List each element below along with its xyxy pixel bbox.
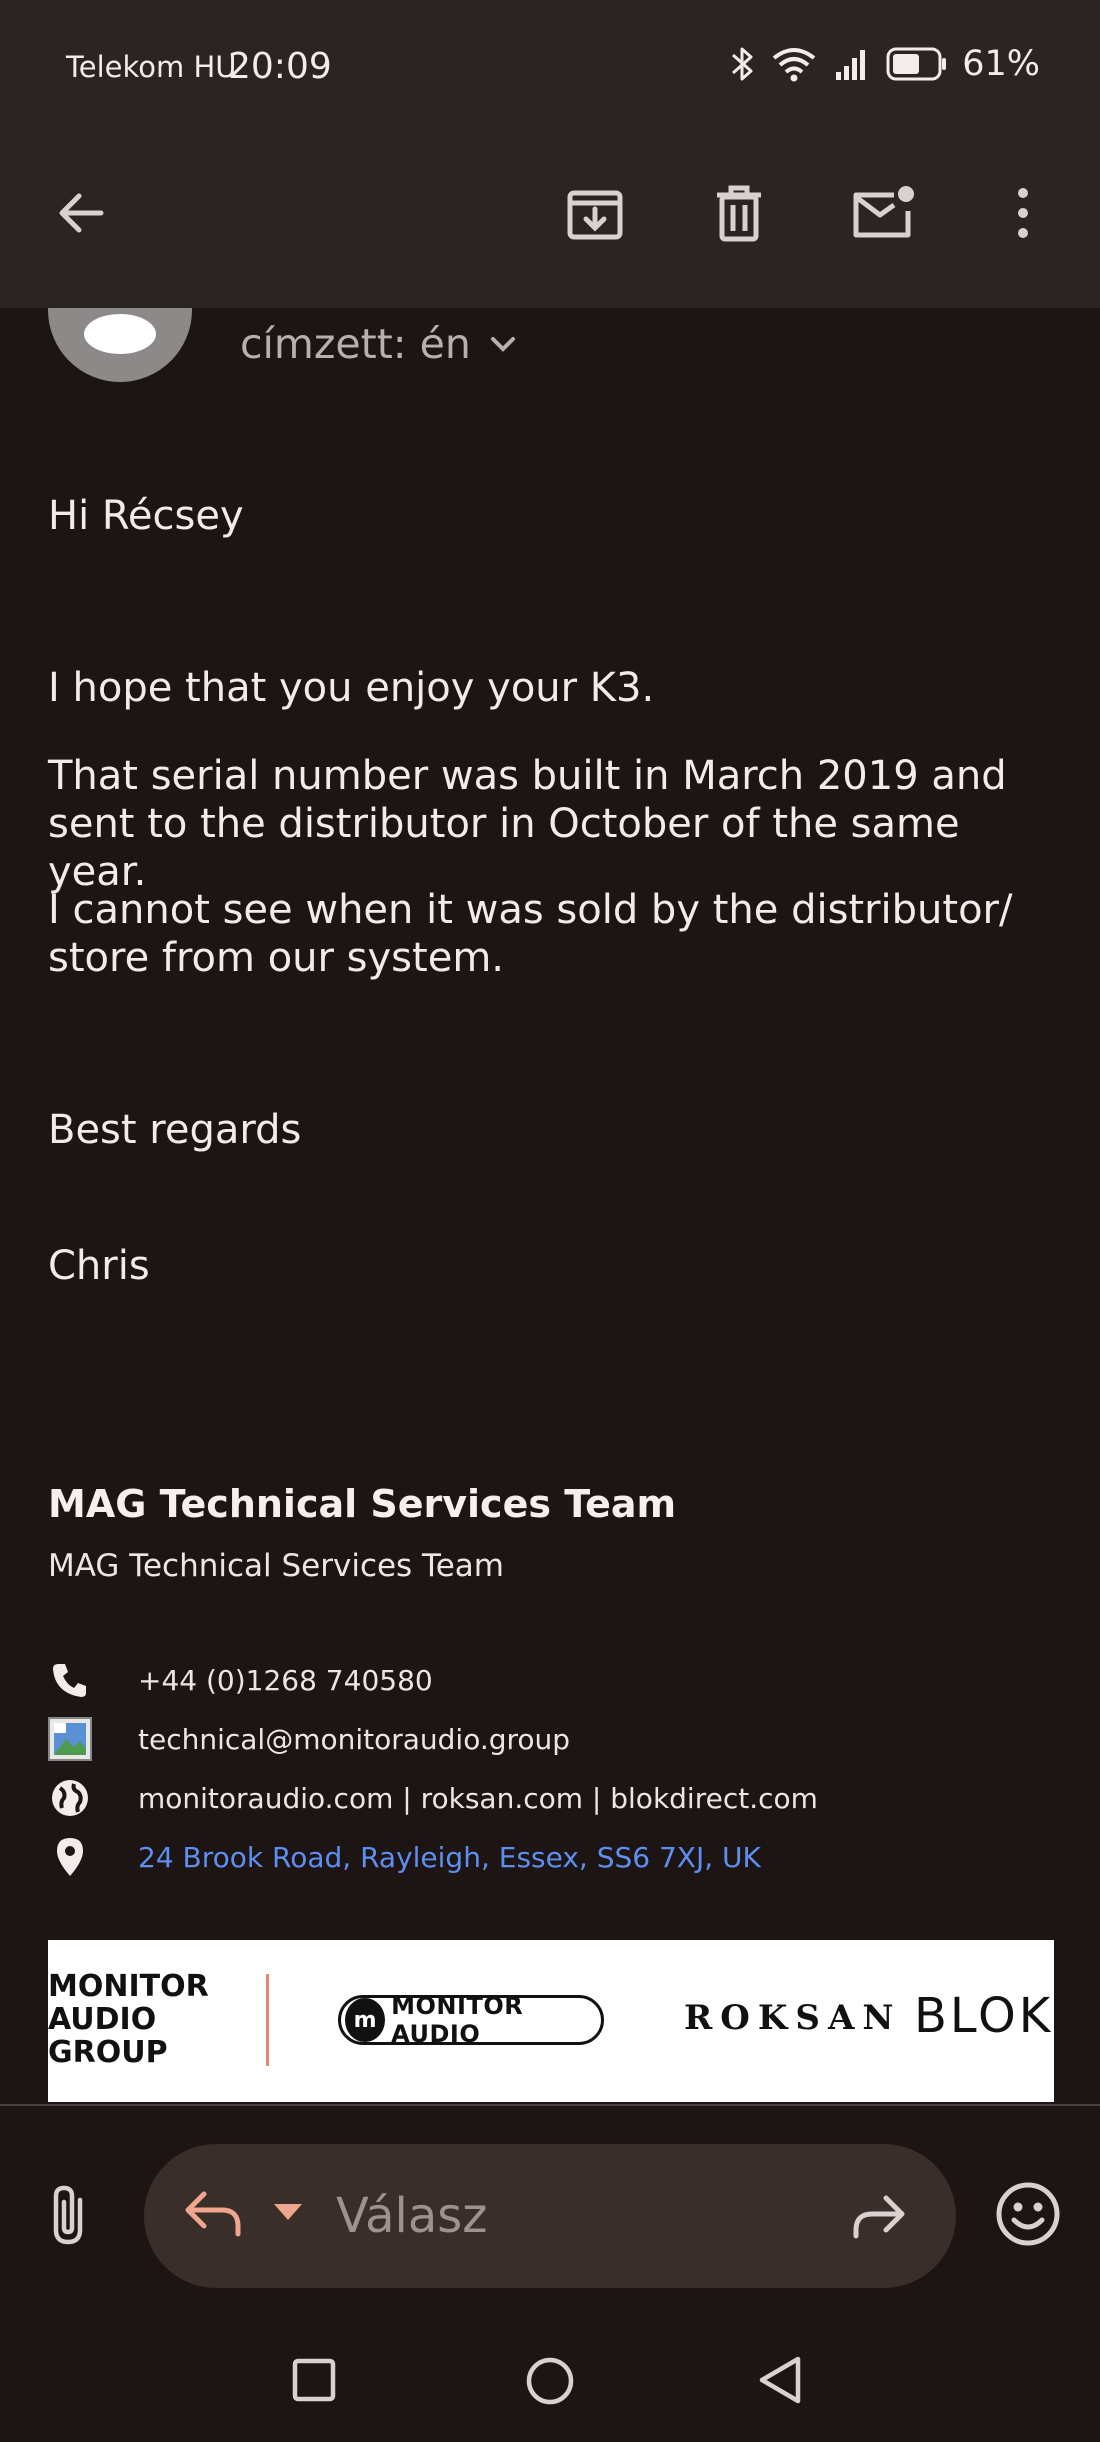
recipient-toggle[interactable]: címzett: én	[240, 320, 517, 368]
contact-websites[interactable]: monitoraudio.com | roksan.com | blokdire…	[138, 1782, 818, 1815]
reply-input[interactable]	[144, 2144, 956, 2288]
reply-button[interactable]	[182, 2186, 246, 2246]
caret-down-icon	[274, 2204, 302, 2220]
globe-icon	[48, 1776, 92, 1820]
reply-placeholder[interactable]: Válasz	[336, 2188, 487, 2244]
battery-icon	[886, 47, 947, 81]
archive-button[interactable]	[562, 180, 628, 246]
reply-icon	[185, 2191, 241, 2237]
triangle-back-icon	[759, 2356, 801, 2404]
circle-icon	[526, 2357, 574, 2405]
contact-email[interactable]: technical@monitoraudio.group	[138, 1723, 570, 1756]
phone-icon	[48, 1658, 92, 1702]
more-vert-icon	[1018, 188, 1028, 238]
emoji-button[interactable]	[994, 2180, 1062, 2252]
reply-options-button[interactable]	[270, 2200, 306, 2228]
broken-image-icon	[48, 1717, 92, 1761]
monitor-audio-group-logo: MONITOR AUDIO GROUP	[48, 1970, 209, 2069]
nav-back-button[interactable]	[756, 2354, 806, 2410]
paperclip-icon	[53, 2185, 83, 2245]
archive-icon	[567, 190, 623, 240]
recipient-label: címzett: én	[240, 320, 471, 368]
forward-icon	[853, 2195, 905, 2239]
message-signoff-name: Chris	[48, 1243, 150, 1289]
back-button[interactable]	[48, 180, 114, 246]
status-time: 20:09	[228, 46, 332, 87]
wifi-icon	[772, 48, 816, 82]
logo-line: MONITOR	[48, 1969, 209, 2004]
delete-button[interactable]	[706, 180, 772, 246]
message-paragraph: I hope that you enjoy your K3.	[48, 665, 655, 711]
message-greeting: Hi Récsey	[48, 493, 244, 539]
forward-button[interactable]	[848, 2188, 908, 2248]
contact-web-row: monitoraudio.com | roksan.com | blokdire…	[48, 1776, 818, 1820]
monitor-audio-mark-icon: m	[345, 1998, 386, 2042]
status-icons: 61%	[730, 44, 1040, 84]
emoji-icon	[996, 2182, 1060, 2246]
contact-phone-row: +44 (0)1268 740580	[48, 1658, 433, 1702]
square-icon	[292, 2358, 336, 2402]
monitor-audio-wordmark: MONITOR AUDIO	[391, 1992, 524, 2048]
brand-banner[interactable]: MONITOR AUDIO GROUP m MONITOR AUDIO ROKS…	[48, 1940, 1054, 2102]
trash-icon	[717, 185, 761, 242]
more-options-button[interactable]	[990, 180, 1056, 246]
logo-line: AUDIO	[48, 2002, 157, 2037]
monitor-audio-logo: m MONITOR AUDIO	[338, 1992, 604, 2048]
mark-unread-icon	[853, 186, 914, 238]
location-pin-icon	[48, 1835, 92, 1879]
carrier-label: Telekom HU	[66, 50, 237, 84]
roksan-logo: ROKSAN	[684, 1998, 902, 2038]
contact-email-row: technical@monitoraudio.group	[48, 1717, 570, 1761]
back-arrow-icon	[59, 193, 104, 233]
banner-divider	[266, 1974, 269, 2066]
contact-address-link[interactable]: 24 Brook Road, Rayleigh, Essex, SS6 7XJ,…	[138, 1841, 761, 1874]
signal-icon	[836, 50, 866, 80]
mark-unread-button[interactable]	[850, 180, 916, 246]
avatar-silhouette	[84, 314, 156, 354]
attach-button[interactable]	[40, 2180, 100, 2250]
logo-line: GROUP	[48, 2035, 168, 2070]
signature-title: MAG Technical Services Team	[48, 1482, 677, 1526]
message-paragraph: That serial number was built in March 20…	[48, 753, 1007, 895]
blok-logo: BLOK	[914, 1988, 1054, 2044]
battery-percentage: 61%	[962, 44, 1040, 84]
home-button[interactable]	[525, 2356, 575, 2410]
bluetooth-icon	[732, 47, 753, 81]
contact-phone[interactable]: +44 (0)1268 740580	[138, 1664, 433, 1697]
top-app-bar: Telekom HU 20:09 61%	[0, 0, 1100, 308]
recents-button[interactable]	[290, 2356, 338, 2408]
signature-subtitle: MAG Technical Services Team	[48, 1548, 504, 1584]
contact-address-row: 24 Brook Road, Rayleigh, Essex, SS6 7XJ,…	[48, 1835, 761, 1879]
chevron-down-icon	[490, 337, 515, 352]
message-paragraph: I cannot see when it was sold by the dis…	[48, 887, 1013, 981]
message-closing: Best regards	[48, 1107, 302, 1153]
